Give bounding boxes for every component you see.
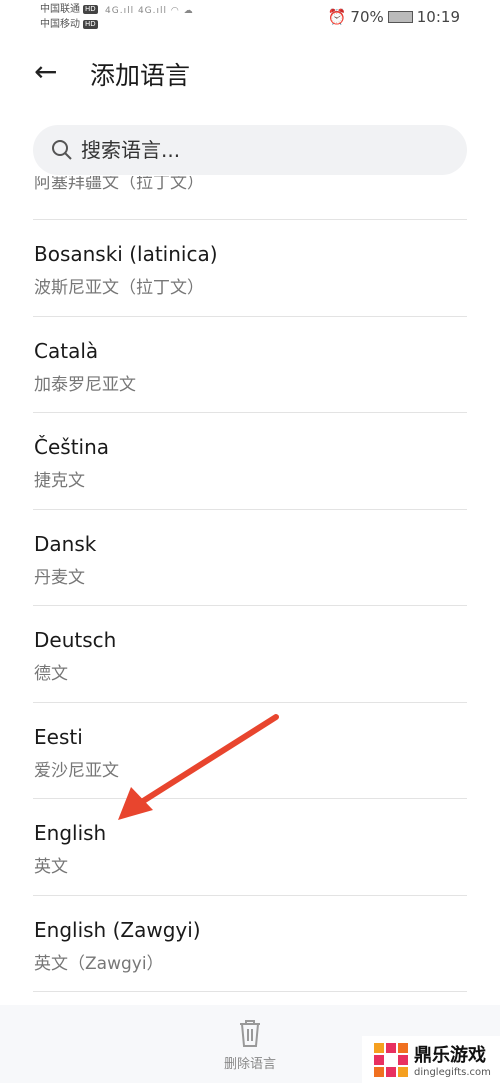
language-name: Deutsch — [34, 628, 117, 652]
search-icon — [52, 140, 72, 160]
language-native-name: 丹麦文 — [34, 567, 85, 588]
weather-icon: ☁ — [183, 6, 194, 16]
app-header: ← 添加语言 — [0, 50, 500, 96]
carrier-2: 中国移动 — [40, 19, 80, 30]
trash-icon — [240, 1020, 260, 1047]
language-name: English — [34, 821, 107, 845]
language-name: English (Zawgyi) — [34, 917, 201, 942]
search-input[interactable] — [81, 138, 421, 162]
language-item[interactable]: Dansk 丹麦文 — [33, 508, 467, 605]
divider — [33, 991, 467, 1005]
search-bar[interactable] — [33, 125, 467, 175]
delete-language-button[interactable]: 删除语言 — [220, 1017, 280, 1072]
language-name: Bosanski (latinica) — [34, 242, 218, 266]
language-name: Català — [34, 338, 99, 363]
language-list: 阿塞拜疆文（拉丁文） Bosanski (latinica) 波斯尼亚文（拉丁文）… — [0, 176, 500, 1005]
language-native-name: 爱沙尼亚文 — [34, 760, 119, 781]
language-name: Eesti — [34, 724, 83, 749]
back-arrow-icon[interactable]: ← — [34, 58, 57, 86]
language-native-name: 英文（Zawgyi） — [34, 953, 164, 974]
language-item[interactable]: English 英文 — [33, 798, 467, 894]
language-native-name: 捷克文 — [34, 471, 85, 491]
wifi-icon: ◠ — [170, 6, 180, 16]
language-native-name: 德文 — [34, 664, 68, 684]
battery-percent: 70% — [350, 8, 384, 26]
hd-badge: HD — [83, 5, 98, 14]
list-item-clipped[interactable]: 阿塞拜疆文（拉丁文） — [34, 176, 334, 193]
battery-icon — [387, 11, 413, 23]
hd-badge: HD — [83, 20, 98, 29]
language-item[interactable]: Eesti 爱沙尼亚文 — [33, 701, 467, 798]
clock: 10:19 — [416, 8, 460, 26]
language-item[interactable]: Català 加泰罗尼亚文 — [33, 315, 467, 412]
language-item[interactable]: Čeština 捷克文 — [33, 412, 467, 508]
alarm-icon: ⏰ — [327, 8, 347, 26]
carrier-info: 中国联通 HD 中国移动 HD — [40, 2, 98, 32]
page-title: 添加语言 — [90, 61, 191, 90]
delete-language-label: 删除语言 — [223, 1057, 276, 1072]
language-native-name: 加泰罗尼亚文 — [34, 374, 136, 395]
language-item[interactable]: Deutsch 德文 — [33, 605, 467, 701]
language-item[interactable]: Bosanski (latinica) 波斯尼亚文（拉丁文） — [33, 219, 467, 315]
signal-icons: 4G.ıll 4G.ıll ◠ ☁ — [105, 6, 194, 16]
language-name: Čeština — [34, 435, 110, 459]
language-name: Dansk — [34, 531, 97, 556]
status-bar: 中国联通 HD 中国移动 HD 4G.ıll 4G.ıll ◠ ☁ ⏰ 70% 10… — [0, 0, 500, 34]
language-native-name: 英文 — [34, 857, 68, 877]
carrier-1: 中国联通 — [40, 4, 80, 15]
watermark-logo: 鼎乐游戏 dinglegifts.com — [362, 1036, 500, 1083]
language-item[interactable]: English (Zawgyi) 英文（Zawgyi） — [33, 894, 467, 991]
language-native-name: 波斯尼亚文（拉丁文） — [34, 278, 204, 298]
